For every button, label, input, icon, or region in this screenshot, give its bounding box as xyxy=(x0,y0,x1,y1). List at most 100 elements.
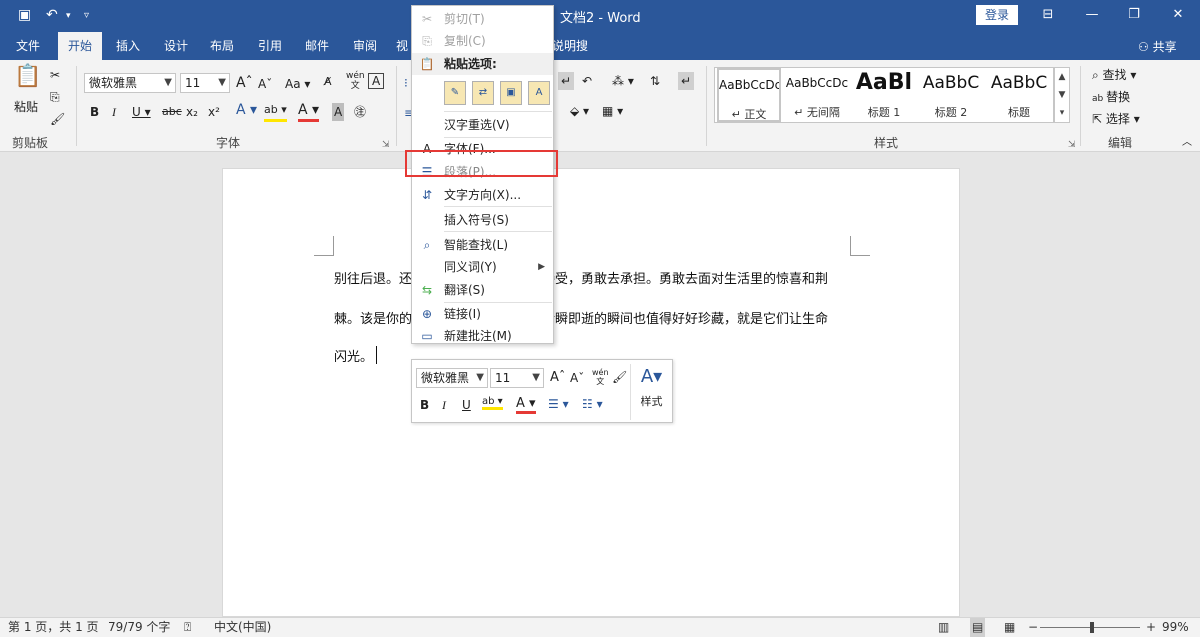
style-normal[interactable]: AaBbCcDc ↵ 正文 xyxy=(717,68,781,122)
language[interactable]: 中文(中国) xyxy=(214,618,271,637)
font-color-icon[interactable]: A ▾ xyxy=(298,101,320,122)
font-color-icon[interactable]: A ▾ xyxy=(516,396,536,414)
menu-item-synonyms[interactable]: 同义词(Y) ▶ xyxy=(412,256,553,278)
select-button[interactable]: ⇱ 选择 ▾ xyxy=(1092,110,1140,128)
zoom-thumb[interactable] xyxy=(1090,622,1094,633)
bullets-icon[interactable]: ⁝ xyxy=(404,74,408,92)
strikethrough-button[interactable]: abc xyxy=(162,103,182,121)
menu-item-hanzi-reselect[interactable]: 汉字重选(V) xyxy=(412,114,553,136)
body-text-line[interactable]: 别往后退。还 接受，勇敢去承担。勇敢去面对生活里的惊喜和荆 xyxy=(334,268,828,287)
show-marks-icon[interactable]: ↵ xyxy=(678,72,695,90)
menu-item-copy[interactable]: ⎘ 复制(C) xyxy=(412,30,553,52)
menu-item-link[interactable]: ⊕ 链接(I) xyxy=(412,303,553,325)
restore-icon[interactable]: ❐ xyxy=(1120,5,1148,25)
tell-me-search[interactable]: 说明搜索 xyxy=(548,32,592,81)
collapse-ribbon-icon[interactable]: ︿ xyxy=(1182,134,1192,152)
chevron-up-icon[interactable]: ▲ xyxy=(1055,68,1069,86)
text-effects-icon[interactable]: A ▾ xyxy=(236,101,257,119)
bold-button[interactable]: B xyxy=(90,103,99,121)
shrink-font-icon[interactable]: Aˇ xyxy=(258,75,272,93)
superscript-button[interactable]: x² xyxy=(208,103,220,121)
grow-font-icon[interactable]: Aˆ xyxy=(236,74,253,92)
char-border-icon[interactable]: A xyxy=(368,73,385,89)
mini-styles-button[interactable]: A▾ 样式 xyxy=(630,364,672,420)
word-count[interactable]: 79/79 个字 xyxy=(108,618,170,637)
ribbon-display-icon[interactable]: ⊟ xyxy=(1034,5,1062,25)
body-text-line[interactable]: 闪光。 xyxy=(334,346,373,365)
tab-references[interactable]: 引用 xyxy=(248,32,292,60)
paste-keep-source-icon[interactable]: ✎ xyxy=(444,81,466,105)
tab-layout[interactable]: 布局 xyxy=(200,32,244,60)
print-layout-icon[interactable]: ▤ xyxy=(970,618,986,637)
tab-review[interactable]: 审阅 xyxy=(343,32,387,60)
zoom-in-icon[interactable]: + xyxy=(1146,618,1156,637)
format-painter-icon[interactable]: 🖌 xyxy=(612,370,627,384)
menu-item-translate[interactable]: ⇆ 翻译(S) xyxy=(412,279,553,301)
font-name-combo[interactable]: 微软雅黑 ▼ xyxy=(84,73,176,93)
tab-home[interactable]: 开始 xyxy=(58,32,102,60)
rtl-icon[interactable]: ↶ xyxy=(582,72,592,90)
more-styles-icon[interactable]: ▾ xyxy=(1055,104,1069,122)
borders-icon[interactable]: ▦ ▾ xyxy=(602,102,623,120)
paste-merge-icon[interactable]: ⇄ xyxy=(472,81,494,105)
shading-icon[interactable]: ⬙ ▾ xyxy=(570,102,589,120)
close-icon[interactable]: ✕ xyxy=(1164,5,1192,25)
paste-icon[interactable]: 📋 xyxy=(14,66,41,88)
web-layout-icon[interactable]: ▦ xyxy=(1004,618,1015,637)
grow-font-icon[interactable]: Aˆ xyxy=(550,370,565,385)
paste-picture-icon[interactable]: ▣ xyxy=(500,81,522,105)
zoom-level[interactable]: 99% xyxy=(1162,618,1189,637)
share-button[interactable]: ⚇ 共享 xyxy=(1138,38,1177,55)
highlight-icon[interactable]: ab ▾ xyxy=(264,101,287,122)
style-no-spacing[interactable]: AaBbCcDc ↵ 无间隔 xyxy=(785,68,849,122)
enclose-char-icon[interactable]: ㊟ xyxy=(354,103,366,121)
cut-icon[interactable]: ✂ xyxy=(50,66,60,84)
highlight-icon[interactable]: ab ▾ xyxy=(482,396,503,410)
style-title[interactable]: AaBbC 标题 xyxy=(987,68,1051,122)
page-count[interactable]: 第 1 页，共 1 页 xyxy=(8,618,99,637)
login-button[interactable]: 登录 xyxy=(976,5,1018,25)
sort-icon[interactable]: ⇅ xyxy=(650,72,660,90)
read-mode-icon[interactable]: ▥ xyxy=(938,618,949,637)
underline-button[interactable]: U xyxy=(462,398,471,412)
customize-icon[interactable]: ▿ xyxy=(84,10,89,21)
body-text-line[interactable]: 棘。该是你的 转瞬即逝的瞬间也值得好好珍藏，就是它们让生命 xyxy=(334,308,828,327)
copy-icon[interactable]: ⎘ xyxy=(50,88,60,106)
asian-layout-icon[interactable]: ⁂ ▾ xyxy=(612,72,634,90)
phonetic-guide-icon[interactable]: wén 文 xyxy=(592,368,609,386)
bold-button[interactable]: B xyxy=(420,398,429,412)
format-painter-icon[interactable]: 🖌 xyxy=(50,110,65,128)
tab-design[interactable]: 设计 xyxy=(154,32,198,60)
menu-item-new-comment[interactable]: ▭ 新建批注(M) xyxy=(412,325,553,347)
change-case-button[interactable]: Aa ▾ xyxy=(285,75,310,93)
minimize-icon[interactable]: — xyxy=(1078,5,1106,25)
char-shading-icon[interactable]: A xyxy=(332,103,345,121)
save-icon[interactable]: ▣ xyxy=(18,7,31,23)
font-size-combo[interactable]: 11 ▼ xyxy=(180,73,230,93)
tab-insert[interactable]: 插入 xyxy=(106,32,150,60)
subscript-button[interactable]: x₂ xyxy=(186,103,198,121)
undo-dropdown-icon[interactable]: ▾ xyxy=(66,11,71,21)
menu-item-cut[interactable]: ✂ 剪切(T) xyxy=(412,8,553,30)
menu-item-smart-lookup[interactable]: ⌕ 智能查找(L) xyxy=(412,234,553,256)
paste-text-only-icon[interactable]: A xyxy=(528,81,550,105)
tab-file[interactable]: 文件 xyxy=(6,32,50,60)
style-heading-2[interactable]: AaBbC 标题 2 xyxy=(919,68,983,122)
tab-view[interactable]: 视 xyxy=(392,32,412,60)
mini-font-size-combo[interactable]: 11 ▼ xyxy=(490,368,544,388)
chevron-down-icon[interactable]: ▼ xyxy=(1055,86,1069,104)
italic-button[interactable]: I xyxy=(112,103,116,121)
shrink-font-icon[interactable]: Aˇ xyxy=(570,371,584,385)
underline-button[interactable]: U ▾ xyxy=(132,103,151,121)
clear-format-icon[interactable]: A̸ xyxy=(324,73,332,91)
phonetic-guide-icon[interactable]: wén 文 xyxy=(346,71,365,91)
italic-button[interactable]: I xyxy=(442,398,446,413)
numbering-icon[interactable]: ☷ ▾ xyxy=(582,397,603,411)
menu-item-text-direction[interactable]: ⇵ 文字方向(X)... xyxy=(412,184,553,206)
ltr-icon[interactable]: ↵ xyxy=(558,72,575,90)
style-heading-1[interactable]: AaBl 标题 1 xyxy=(853,68,915,122)
replace-button[interactable]: ab 替换 xyxy=(1092,88,1130,108)
find-button[interactable]: ⌕ 查找 ▾ xyxy=(1092,66,1136,84)
mini-font-name-combo[interactable]: 微软雅黑 ▼ xyxy=(416,368,488,388)
undo-icon[interactable]: ↶ xyxy=(46,7,58,23)
